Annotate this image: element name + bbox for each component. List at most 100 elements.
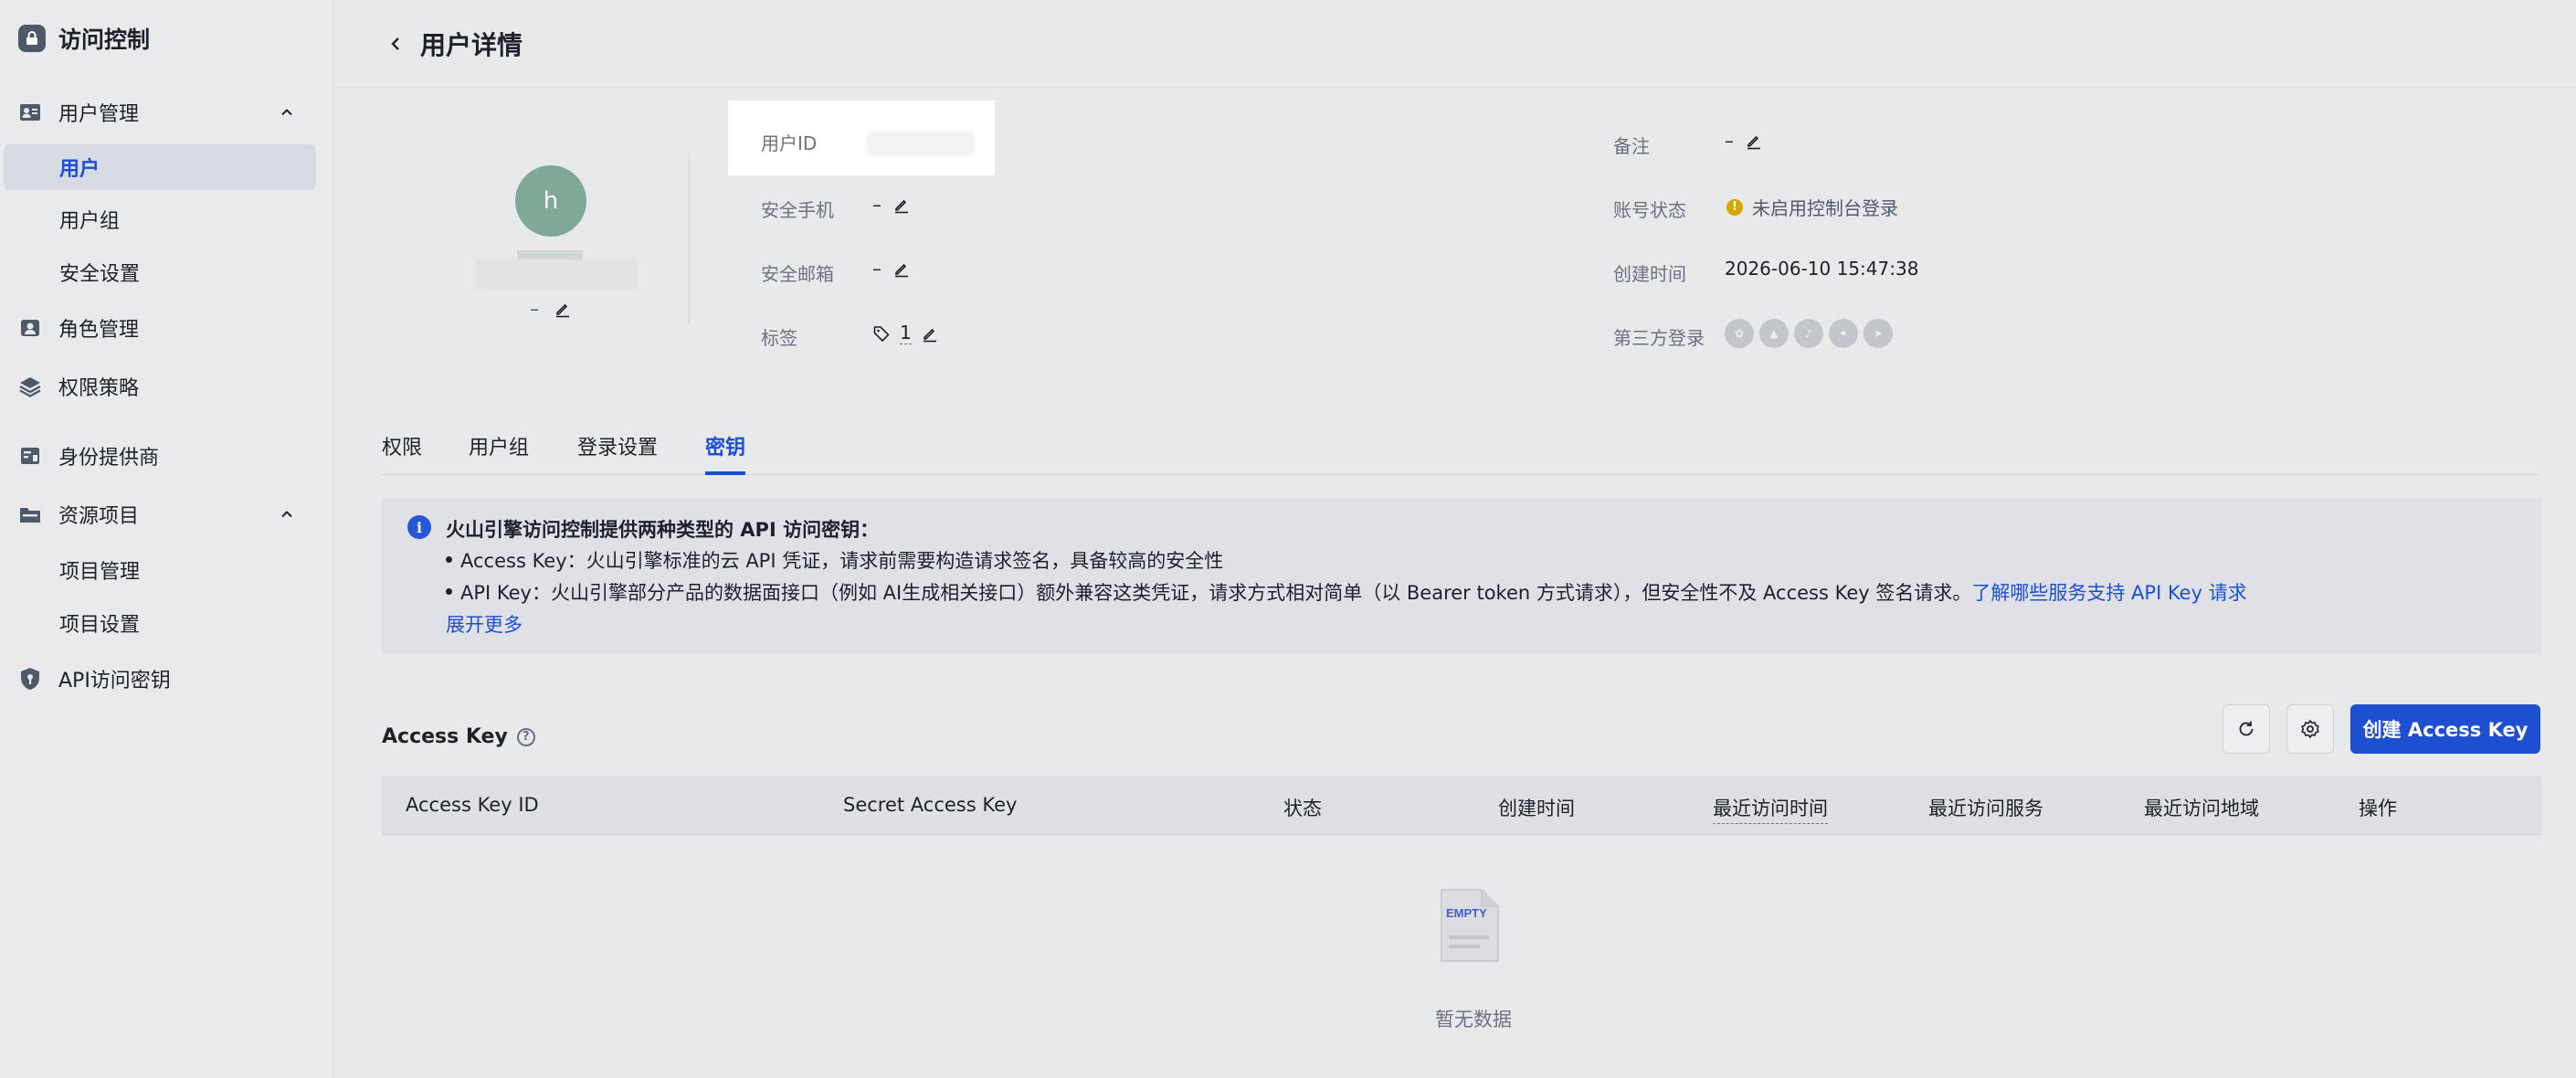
sidebar-item-security-settings[interactable]: 安全设置	[4, 249, 316, 295]
lark-icon[interactable]: ➤	[1863, 319, 1893, 348]
page-title: 用户详情	[420, 29, 523, 60]
chevron-up-icon[interactable]	[278, 505, 296, 523]
phone-value-row: –	[872, 194, 911, 216]
role-icon	[18, 316, 42, 340]
tags-label: 标签	[761, 327, 797, 349]
user-card-icon	[18, 100, 42, 124]
sidebar-item-project-management[interactable]: 项目管理	[4, 547, 316, 593]
sidebar-item-label: 用户管理	[58, 103, 140, 126]
third-party-login-icons: ✿ ▲ ♪ ✦ ➤	[1725, 319, 1893, 348]
banner-line-api-key: API Key：火山引擎部分产品的数据面接口（例如 AI生成相关接口）额外兼容这…	[446, 578, 2247, 606]
remark-value: –	[1725, 130, 1734, 152]
column-header: 创建时间	[1498, 798, 1575, 819]
banner-title: 火山引擎访问控制提供两种类型的 API 访问密钥：	[446, 519, 880, 541]
sidebar: 访问控制 用户管理 用户 用户组 安全设置 角色管理 权限策略 身份提供商 资源…	[0, 0, 333, 1078]
wechat-icon[interactable]: ✿	[1725, 319, 1754, 348]
edit-icon[interactable]	[921, 324, 939, 343]
sidebar-item-label: 资源项目	[58, 505, 140, 528]
sidebar-item-user-groups[interactable]: 用户组	[4, 196, 316, 242]
account-status-label: 账号状态	[1613, 199, 1686, 221]
info-banner: i 火山引擎访问控制提供两种类型的 API 访问密钥： Access Key：火…	[382, 499, 2541, 653]
created-time-value: 2026-06-10 15:47:38	[1725, 258, 1919, 280]
edit-icon[interactable]	[892, 259, 911, 278]
empty-document-icon: EMPTY	[1441, 889, 1499, 962]
empty-state-text: 暂无数据	[1435, 1009, 1512, 1030]
settings-button[interactable]	[2286, 704, 2334, 754]
edit-icon[interactable]	[892, 196, 911, 214]
douyin-icon[interactable]: ♪	[1794, 319, 1823, 348]
remark-label: 备注	[1613, 135, 1650, 157]
sidebar-item-label: 角色管理	[58, 319, 140, 342]
column-header-sortable[interactable]: 最近访问时间	[1713, 794, 1828, 824]
tag-icon	[873, 325, 890, 342]
email-value: –	[872, 258, 882, 280]
third-party-login-label: 第三方登录	[1613, 327, 1705, 349]
empty-badge: EMPTY	[1446, 906, 1487, 920]
column-header: 操作	[2359, 798, 2397, 819]
account-status-value: 未启用控制台登录	[1752, 197, 1898, 219]
display-name-row: –	[530, 298, 572, 320]
sidebar-item-label: 用户	[59, 158, 100, 181]
column-header: Secret Access Key	[843, 794, 1018, 816]
tab-user-groups[interactable]: 用户组	[469, 431, 529, 475]
expand-more-link[interactable]: 展开更多	[446, 610, 523, 638]
banner-line-api-key-text: API Key：火山引擎部分产品的数据面接口（例如 AI生成相关接口）额外兼容这…	[460, 582, 1972, 604]
volcengine-icon[interactable]: ▲	[1759, 319, 1789, 348]
sidebar-item-label: 权限策略	[58, 377, 140, 400]
sidebar-item-resource-projects[interactable]: 资源项目	[13, 491, 316, 537]
sidebar-item-user-management[interactable]: 用户管理	[13, 90, 316, 135]
username-redacted-blur	[475, 259, 638, 291]
page-header: 用户详情	[334, 0, 2576, 88]
help-icon[interactable]: ?	[516, 727, 535, 746]
tags-value-row: 1	[872, 322, 939, 344]
created-time-label: 创建时间	[1613, 263, 1686, 285]
column-header: 最近访问地域	[2144, 798, 2259, 819]
banner-line-access-key: Access Key：火山引擎标准的云 API 凭证，请求前需要构造请求签名，具…	[445, 546, 1223, 574]
phone-label: 安全手机	[761, 199, 834, 221]
tab-login-settings[interactable]: 登录设置	[577, 431, 658, 475]
sidebar-item-users[interactable]: 用户	[4, 144, 316, 190]
access-control-icon	[18, 25, 46, 52]
back-icon[interactable]	[385, 34, 406, 54]
refresh-button[interactable]	[2222, 704, 2270, 754]
sidebar-brand-title: 访问控制	[58, 26, 151, 53]
tab-keys[interactable]: 密钥	[705, 431, 746, 475]
remark-value-row: –	[1725, 130, 1763, 152]
access-key-section-title: Access Key ?	[382, 725, 535, 748]
tab-permissions[interactable]: 权限	[382, 431, 422, 475]
shield-key-icon	[18, 667, 42, 691]
warning-icon: !	[1726, 198, 1743, 216]
sidebar-item-project-settings[interactable]: 项目设置	[4, 600, 316, 646]
folder-icon	[18, 502, 42, 526]
sidebar-brand[interactable]: 访问控制	[18, 20, 150, 57]
avatar-letter: h	[543, 187, 559, 215]
id-provider-icon	[18, 444, 42, 468]
user-id-label: 用户ID	[761, 132, 818, 154]
gear-icon	[2301, 719, 2319, 739]
sidebar-item-api-keys[interactable]: API访问密钥	[13, 656, 316, 702]
sidebar-item-label: 项目设置	[59, 614, 141, 637]
account-status-row: ! 未启用控制台登录	[1726, 194, 1898, 220]
sidebar-item-label: 安全设置	[59, 263, 141, 286]
column-header: 状态	[1283, 798, 1322, 819]
user-id-card: 用户ID	[728, 100, 995, 175]
create-access-key-button[interactable]: 创建 Access Key	[2350, 704, 2540, 754]
detail-tabs: 权限 用户组 登录设置 密钥	[382, 411, 2539, 475]
chevron-up-icon[interactable]	[278, 103, 296, 122]
column-header: Access Key ID	[406, 794, 539, 816]
avatar: h	[515, 165, 586, 237]
feishu-icon[interactable]: ✦	[1829, 319, 1858, 348]
info-icon: i	[407, 515, 431, 539]
sidebar-item-identity-provider[interactable]: 身份提供商	[13, 433, 316, 479]
sidebar-item-role-management[interactable]: 角色管理	[13, 305, 316, 351]
edit-icon[interactable]	[1745, 132, 1763, 150]
email-value-row: –	[872, 258, 911, 280]
tags-count[interactable]: 1	[900, 322, 912, 344]
access-key-title: Access Key	[382, 725, 508, 748]
display-name-value: –	[530, 298, 539, 320]
edit-icon[interactable]	[554, 300, 572, 318]
api-key-services-link[interactable]: 了解哪些服务支持 API Key 请求	[1971, 582, 2246, 604]
profile-divider	[689, 153, 690, 323]
phone-value: –	[872, 194, 882, 216]
sidebar-item-policies[interactable]: 权限策略	[13, 364, 316, 409]
